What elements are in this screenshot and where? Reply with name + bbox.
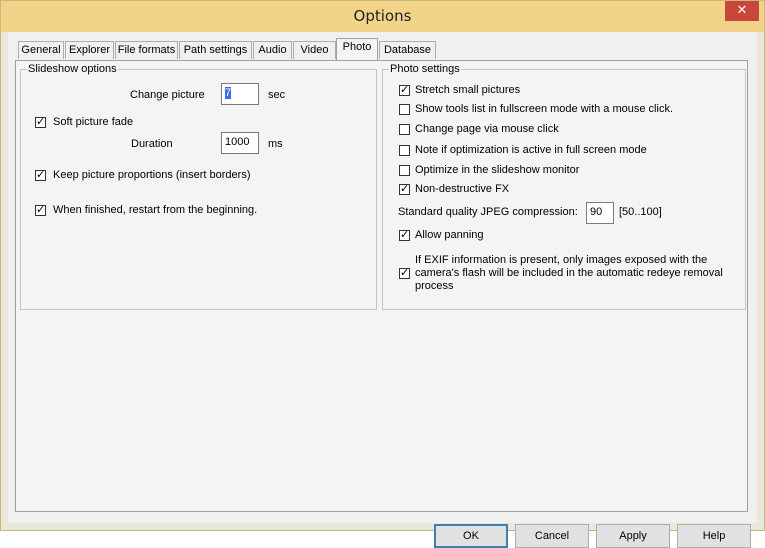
optimize-slideshow-checkbox[interactable] <box>399 165 410 176</box>
duration-unit: ms <box>268 138 283 150</box>
non-destructive-fx-checkbox[interactable] <box>399 182 410 195</box>
title-bar[interactable]: Options ✕ <box>1 1 764 32</box>
exif-redeye-label-line1[interactable]: If EXIF information is present, only ima… <box>415 254 707 266</box>
ok-button[interactable]: OK <box>434 524 508 548</box>
show-tools-checkbox[interactable] <box>399 104 410 115</box>
jpeg-range-label: [50..100] <box>619 206 662 218</box>
change-page-checkbox[interactable] <box>399 124 410 135</box>
jpeg-compression-label: Standard quality JPEG compression: <box>398 206 578 218</box>
duration-label: Duration <box>131 138 173 150</box>
tab-explorer[interactable]: Explorer <box>65 41 114 59</box>
keep-proportions-checkbox[interactable] <box>35 168 46 181</box>
help-button[interactable]: Help <box>677 524 751 548</box>
dialog-client: General Explorer File formats Path setti… <box>8 32 757 548</box>
exif-redeye-label-line2[interactable]: camera's flash will be included in the a… <box>415 267 723 279</box>
photo-tab-page: Slideshow options Change picture 7 sec S… <box>15 60 748 512</box>
jpeg-quality-input[interactable]: 90 <box>586 202 614 224</box>
change-picture-label: Change picture <box>130 89 205 101</box>
apply-button[interactable]: Apply <box>596 524 670 548</box>
change-picture-input[interactable]: 7 <box>221 83 259 105</box>
tab-database[interactable]: Database <box>379 41 436 59</box>
change-page-label[interactable]: Change page via mouse click <box>415 123 559 135</box>
keep-proportions-label[interactable]: Keep picture proportions (insert borders… <box>53 169 250 181</box>
restart-checkbox[interactable] <box>35 203 46 216</box>
note-optimization-checkbox[interactable] <box>399 145 410 156</box>
show-tools-label[interactable]: Show tools list in fullscreen mode with … <box>415 103 673 115</box>
stretch-small-checkbox[interactable] <box>399 83 410 96</box>
soft-fade-label[interactable]: Soft picture fade <box>53 116 133 128</box>
close-icon: ✕ <box>736 3 748 18</box>
close-button[interactable]: ✕ <box>725 1 759 21</box>
allow-panning-label[interactable]: Allow panning <box>415 229 484 241</box>
window-title: Options <box>353 7 412 25</box>
allow-panning-checkbox[interactable] <box>399 228 410 241</box>
exif-redeye-checkbox[interactable] <box>399 266 410 279</box>
slideshow-options-group: Slideshow options Change picture 7 sec S… <box>20 63 377 310</box>
cancel-button[interactable]: Cancel <box>515 524 589 548</box>
tab-audio[interactable]: Audio <box>253 41 292 59</box>
photo-settings-group: Photo settings Stretch small pictures Sh… <box>382 63 746 310</box>
tab-video[interactable]: Video <box>293 41 336 59</box>
tab-general[interactable]: General <box>18 41 64 59</box>
exif-redeye-label-line3[interactable]: process <box>415 280 454 292</box>
duration-input[interactable]: 1000 <box>221 132 259 154</box>
change-picture-unit: sec <box>268 89 286 101</box>
photo-settings-title: Photo settings <box>389 63 461 75</box>
tab-path-settings[interactable]: Path settings <box>179 41 252 59</box>
restart-label[interactable]: When finished, restart from the beginnin… <box>53 204 257 216</box>
optimize-slideshow-label[interactable]: Optimize in the slideshow monitor <box>415 164 579 176</box>
stretch-small-label[interactable]: Stretch small pictures <box>415 84 520 96</box>
slideshow-options-title: Slideshow options <box>27 63 118 75</box>
note-optimization-label[interactable]: Note if optimization is active in full s… <box>415 144 647 156</box>
tab-photo[interactable]: Photo <box>336 38 378 60</box>
options-window: Options ✕ General Explorer File formats … <box>0 0 765 548</box>
non-destructive-fx-label[interactable]: Non-destructive FX <box>415 183 509 195</box>
tab-file-formats[interactable]: File formats <box>115 41 178 59</box>
soft-fade-checkbox[interactable] <box>35 115 46 128</box>
